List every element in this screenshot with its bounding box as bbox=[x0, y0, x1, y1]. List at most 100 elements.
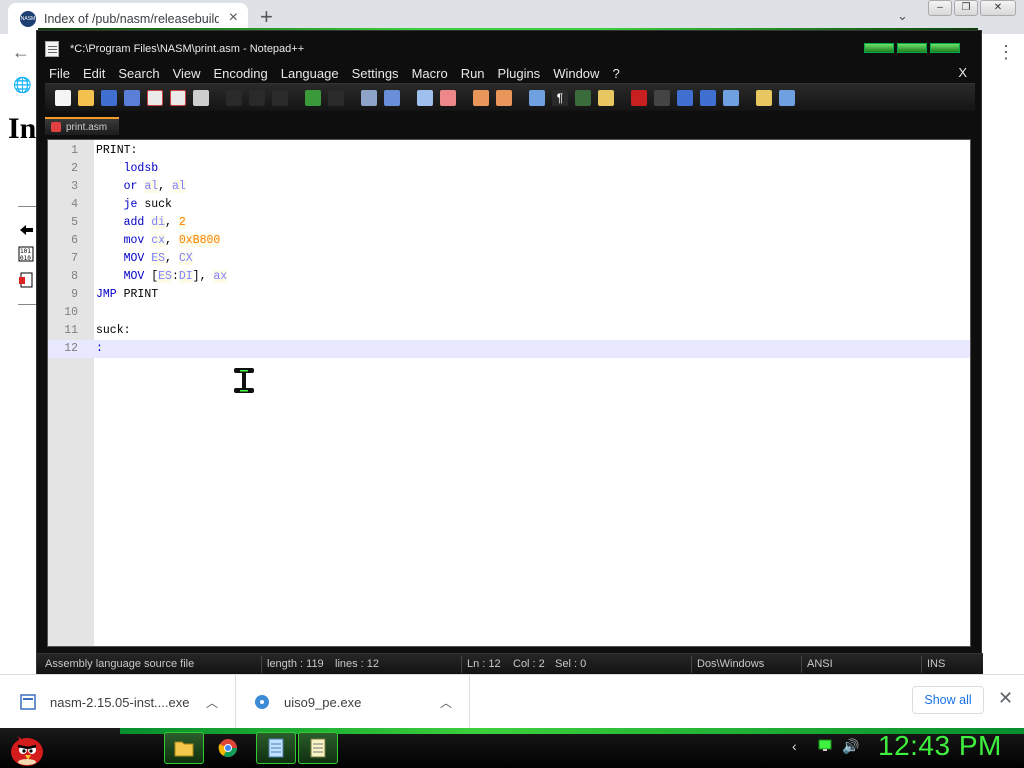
code-token: , bbox=[165, 252, 179, 265]
indent-guide-icon[interactable] bbox=[575, 89, 591, 106]
menu-search[interactable]: Search bbox=[118, 66, 159, 81]
find-icon[interactable] bbox=[361, 89, 377, 106]
show-all-downloads-button[interactable]: Show all bbox=[912, 686, 984, 714]
print-icon[interactable] bbox=[193, 89, 209, 106]
save-all-icon[interactable] bbox=[124, 89, 140, 106]
sync-horizontal-icon[interactable] bbox=[496, 89, 512, 106]
code-line[interactable]: 5 add di, 2 bbox=[48, 214, 970, 232]
menu-help[interactable]: ? bbox=[612, 66, 619, 81]
document-tab[interactable]: print.asm bbox=[45, 117, 119, 135]
code-line[interactable]: 11 suck: bbox=[48, 322, 970, 340]
record-macro-icon[interactable] bbox=[631, 89, 647, 106]
code-line[interactable]: 7 MOV ES, CX bbox=[48, 250, 970, 268]
show-all-chars-icon[interactable]: ¶ bbox=[552, 89, 568, 106]
browser-menu-icon[interactable]: ⋮ bbox=[997, 42, 1015, 63]
close-document-button[interactable]: X bbox=[958, 65, 967, 80]
sync-vertical-icon[interactable] bbox=[473, 89, 489, 106]
close-button[interactable] bbox=[930, 43, 960, 53]
play-macro-icon[interactable] bbox=[677, 89, 693, 106]
menu-encoding[interactable]: Encoding bbox=[214, 66, 268, 81]
back-folder-icon[interactable] bbox=[18, 222, 34, 238]
menu-run[interactable]: Run bbox=[461, 66, 485, 81]
download-item[interactable]: nasm-2.15.05-inst....exe ︿ bbox=[0, 675, 236, 729]
function-list-icon[interactable] bbox=[598, 89, 614, 106]
chevron-up-icon[interactable]: ︿ bbox=[440, 694, 452, 711]
code-line[interactable]: 8 MOV [ES:DI], ax bbox=[48, 268, 970, 286]
start-button-bird-icon[interactable] bbox=[6, 728, 48, 768]
status-sel: Sel : 0 bbox=[555, 658, 587, 670]
binary-file-icon[interactable]: 101010 bbox=[18, 246, 34, 262]
close-download-bar-icon[interactable]: ✕ bbox=[998, 688, 1013, 709]
close-window-button[interactable]: ✕ bbox=[980, 0, 1016, 16]
stop-macro-icon[interactable] bbox=[654, 89, 670, 106]
replace-icon[interactable] bbox=[384, 89, 400, 106]
menu-edit[interactable]: Edit bbox=[83, 66, 105, 81]
site-info-icon[interactable]: 🌐 bbox=[13, 76, 32, 94]
save-icon[interactable] bbox=[101, 89, 117, 106]
file-icon[interactable] bbox=[18, 272, 34, 288]
show-hidden-icons-icon[interactable]: ‹ bbox=[792, 738, 797, 754]
code-line[interactable]: 12: bbox=[48, 340, 970, 358]
close-all-icon[interactable] bbox=[170, 89, 186, 106]
close-tab-icon[interactable]: × bbox=[229, 9, 238, 27]
menu-plugins[interactable]: Plugins bbox=[498, 66, 541, 81]
chevron-up-icon[interactable]: ︿ bbox=[206, 694, 218, 711]
restore-button[interactable]: ❐ bbox=[954, 0, 978, 16]
copy-icon[interactable] bbox=[249, 89, 265, 106]
download-item[interactable]: uiso9_pe.exe ︿ bbox=[236, 675, 470, 729]
code-line[interactable]: 6 mov cx, 0xB800 bbox=[48, 232, 970, 250]
close-file-icon[interactable] bbox=[147, 89, 163, 106]
minimize-button[interactable]: – bbox=[928, 0, 952, 16]
taskbar-explorer-button[interactable] bbox=[164, 732, 204, 764]
clock[interactable]: 12:43 PM bbox=[878, 730, 1002, 762]
cut-icon[interactable] bbox=[226, 89, 242, 106]
code-line[interactable]: 1 PRINT: bbox=[48, 142, 970, 160]
line-number: 9 bbox=[71, 288, 78, 301]
taskbar-notepad-button[interactable] bbox=[256, 732, 296, 764]
menu-macro[interactable]: Macro bbox=[412, 66, 448, 81]
word-wrap-icon[interactable] bbox=[529, 89, 545, 106]
code-line[interactable]: 10 bbox=[48, 304, 970, 322]
code-text: JMP PRINT bbox=[96, 286, 158, 304]
menu-window[interactable]: Window bbox=[553, 66, 599, 81]
code-token: je bbox=[123, 198, 138, 211]
code-line[interactable]: 4 je suck bbox=[48, 196, 970, 214]
code-text: lodsb bbox=[96, 160, 159, 178]
code-line[interactable]: 2 lodsb bbox=[48, 160, 970, 178]
back-arrow-icon[interactable]: ← bbox=[12, 42, 30, 63]
open-file-icon[interactable] bbox=[78, 89, 94, 106]
new-tab-button[interactable]: + bbox=[260, 4, 273, 30]
undo-icon[interactable] bbox=[305, 89, 321, 106]
code-editor[interactable]: 1 PRINT: 2 lodsb 3 or al, al 4 je suck 5 add … bbox=[47, 139, 971, 647]
code-line[interactable]: 9 JMP PRINT bbox=[48, 286, 970, 304]
code-token: MOV bbox=[123, 270, 145, 283]
redo-icon[interactable] bbox=[328, 89, 344, 106]
code-token: , bbox=[158, 180, 172, 193]
folder-as-workspace-icon[interactable] bbox=[756, 89, 772, 106]
paste-icon[interactable] bbox=[272, 89, 288, 106]
menu-settings[interactable]: Settings bbox=[352, 66, 399, 81]
minimize-button[interactable] bbox=[864, 43, 894, 53]
notepadpp-titlebar[interactable]: *C:\Program Files\NASM\print.asm - Notep… bbox=[37, 39, 983, 61]
run-macro-multiple-icon[interactable] bbox=[700, 89, 716, 106]
new-file-icon[interactable] bbox=[55, 89, 71, 106]
spell-check-icon[interactable] bbox=[779, 89, 795, 106]
maximize-button[interactable] bbox=[897, 43, 927, 53]
zoom-out-icon[interactable] bbox=[440, 89, 456, 106]
taskbar-chrome-button[interactable] bbox=[208, 732, 248, 764]
menu-view[interactable]: View bbox=[173, 66, 201, 81]
save-macro-icon[interactable] bbox=[723, 89, 739, 106]
line-number: 7 bbox=[71, 252, 78, 265]
status-bar: Assembly language source file length : 1… bbox=[37, 653, 983, 675]
network-icon[interactable] bbox=[818, 738, 832, 755]
zoom-in-icon[interactable] bbox=[417, 89, 433, 106]
taskbar-notepadpp-button[interactable] bbox=[298, 732, 338, 764]
code-token: DI bbox=[178, 270, 193, 283]
volume-icon[interactable]: 🔊 bbox=[842, 738, 859, 755]
menu-language[interactable]: Language bbox=[281, 66, 339, 81]
code-text: : bbox=[96, 340, 103, 358]
menu-file[interactable]: File bbox=[49, 66, 70, 81]
tab-search-chevron-icon[interactable]: ⌄ bbox=[897, 8, 908, 24]
code-line[interactable]: 3 or al, al bbox=[48, 178, 970, 196]
line-number: 5 bbox=[71, 216, 78, 229]
